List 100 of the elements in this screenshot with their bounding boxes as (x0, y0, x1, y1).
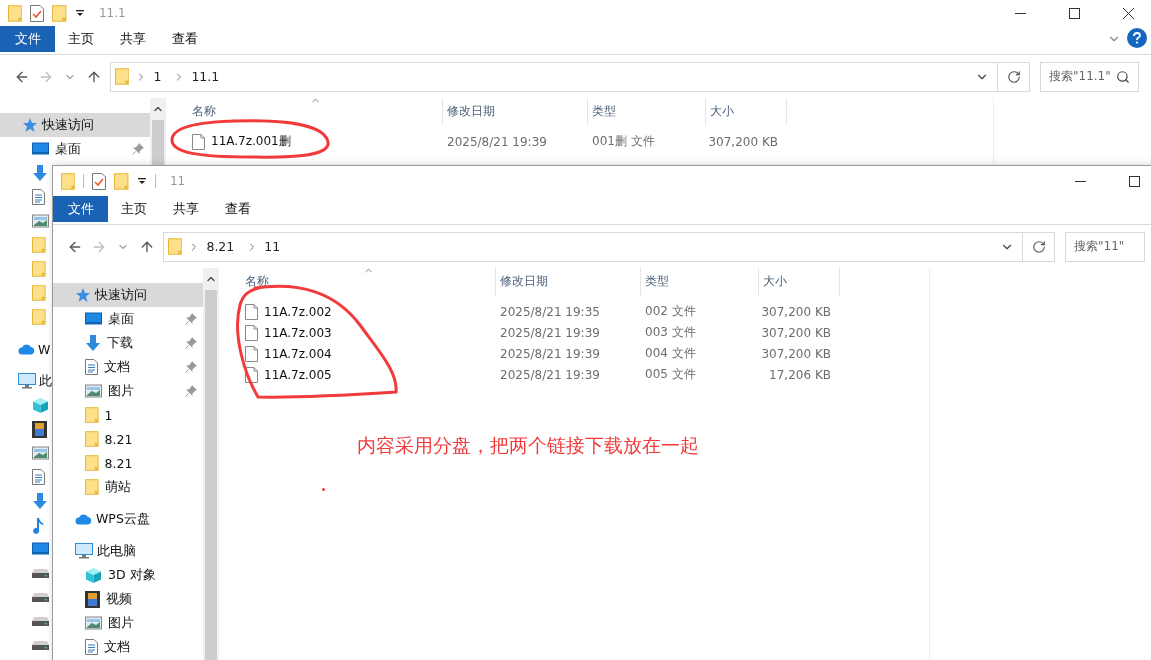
annotation-text: 内容采用分盘，把两个链接下载放在一起 (357, 433, 699, 458)
column-header[interactable]: 大小 (706, 98, 787, 125)
nav-item[interactable]: 3D 对象 (53, 563, 203, 587)
pin-icon[interactable] (132, 143, 144, 155)
ribbon-tab[interactable]: 共享 (160, 196, 212, 222)
scrollbar[interactable] (203, 268, 219, 660)
film-icon (32, 420, 47, 438)
nav-item[interactable]: WPS云盘 (53, 507, 203, 531)
file-size: 307,200 KB (707, 134, 779, 149)
search-icon (1116, 69, 1130, 84)
nav-item[interactable]: 文档 (53, 635, 203, 659)
folder-icon (85, 407, 99, 423)
nav-item[interactable]: 此 (0, 369, 52, 393)
folder-icon (115, 68, 130, 85)
folder-icon (8, 4, 23, 22)
ribbon-tab[interactable]: 查看 (212, 196, 264, 222)
ribbon-tab[interactable]: 主页 (55, 26, 107, 52)
document-icon (85, 639, 98, 655)
modified-date: 2025/8/21 19:39 (499, 367, 601, 382)
maximize-icon (1128, 175, 1140, 187)
pin-icon[interactable] (185, 313, 197, 325)
file-icon (245, 324, 258, 341)
nav-item[interactable]: W (0, 337, 51, 361)
pin-icon[interactable] (185, 385, 197, 397)
breadcrumb[interactable]: 1 (153, 69, 162, 84)
scrollbar-thumb[interactable] (152, 120, 164, 165)
address-bar[interactable]: 1 11.1 (110, 61, 998, 92)
folder-icon (52, 4, 67, 22)
column-header[interactable]: 修改日期 (443, 98, 588, 125)
dropdown-icon[interactable] (136, 176, 147, 186)
dropdown-icon[interactable] (74, 8, 85, 18)
refresh-button[interactable] (998, 61, 1030, 92)
ribbon-tab[interactable]: 主页 (108, 196, 160, 222)
column-header[interactable]: 修改日期 (496, 268, 641, 295)
nav-item[interactable]: 桌面 (53, 307, 203, 331)
nav-item[interactable]: 桌面 (0, 137, 150, 161)
breadcrumb[interactable]: 11.1 (191, 69, 220, 84)
folder-icon (32, 237, 46, 253)
minimize-icon (1074, 180, 1086, 182)
help-button[interactable] (1127, 28, 1147, 48)
picture-icon (85, 616, 102, 630)
file-type: 002 文件 (644, 303, 697, 320)
file-type: 004 文件 (644, 345, 697, 362)
folder-icon (85, 455, 99, 471)
ink-dot (322, 488, 325, 491)
refresh-icon (1006, 69, 1021, 84)
file-icon (245, 345, 258, 362)
column-header[interactable]: 类型 (641, 268, 759, 295)
folder-icon (85, 431, 99, 447)
nav-item[interactable]: 图片 (53, 611, 203, 635)
ribbon-tab[interactable]: 查看 (159, 26, 211, 52)
nav-item[interactable]: 8.21 (53, 427, 203, 451)
drive-icon (32, 568, 49, 578)
modified-date: 2025/8/21 19:39 (499, 325, 601, 340)
nav-item[interactable]: 文档 (53, 355, 203, 379)
download-icon (85, 334, 101, 352)
refresh-button[interactable] (1023, 231, 1055, 262)
pin-icon[interactable] (185, 361, 197, 373)
column-header[interactable]: 名称 (241, 268, 496, 295)
file-name[interactable]: 11A.7z.002 (241, 303, 496, 320)
file-name[interactable]: 11A.7z.004 (241, 345, 496, 362)
star-icon (22, 117, 38, 133)
folder-icon (168, 238, 183, 255)
nav-item[interactable]: 萌站 (53, 475, 203, 499)
pin-icon[interactable] (185, 337, 197, 349)
nav-item[interactable]: 1 (53, 403, 203, 427)
folder-icon (32, 285, 46, 301)
file-name[interactable]: 11A.7z.001删 (188, 133, 443, 150)
ribbon-tab[interactable]: 共享 (107, 26, 159, 52)
search-field[interactable]: 搜索"11.1" (1040, 61, 1139, 92)
file-icon (245, 303, 258, 320)
window-title: 11 (169, 174, 187, 188)
nav-item[interactable]: 快速访问 (0, 113, 150, 137)
file-name[interactable]: 11A.7z.003 (241, 324, 496, 341)
scrollbar[interactable] (150, 98, 166, 165)
nav-item[interactable]: 快速访问 (53, 283, 203, 307)
monitor-icon (85, 312, 102, 326)
breadcrumb[interactable]: 8.21 (206, 239, 235, 254)
column-header[interactable]: 大小 (759, 268, 840, 295)
search-field[interactable]: 搜索"11" (1065, 231, 1145, 262)
column-header[interactable]: 名称 (188, 98, 443, 125)
cube-icon (85, 566, 102, 584)
music-note-icon (32, 516, 44, 534)
cube-icon (32, 396, 49, 414)
file-size: 17,206 KB (768, 367, 832, 382)
file-name[interactable]: 11A.7z.005 (241, 366, 496, 383)
nav-item[interactable]: 视频 (53, 587, 203, 611)
nav-item[interactable]: 下载 (53, 331, 203, 355)
file-type: 003 文件 (644, 324, 697, 341)
ribbon-tab[interactable]: 文件 (0, 26, 55, 52)
nav-item[interactable]: 此电脑 (53, 539, 203, 563)
column-header[interactable]: 类型 (588, 98, 706, 125)
address-bar[interactable]: 8.21 11 (163, 231, 1023, 262)
ribbon-tab[interactable]: 文件 (53, 196, 108, 222)
scrollbar-thumb[interactable] (205, 290, 217, 660)
nav-item[interactable]: 8.21 (53, 451, 203, 475)
refresh-icon (1031, 239, 1046, 254)
file-size: 307,200 KB (760, 304, 832, 319)
nav-item[interactable]: 图片 (53, 379, 203, 403)
breadcrumb[interactable]: 11 (264, 239, 281, 254)
